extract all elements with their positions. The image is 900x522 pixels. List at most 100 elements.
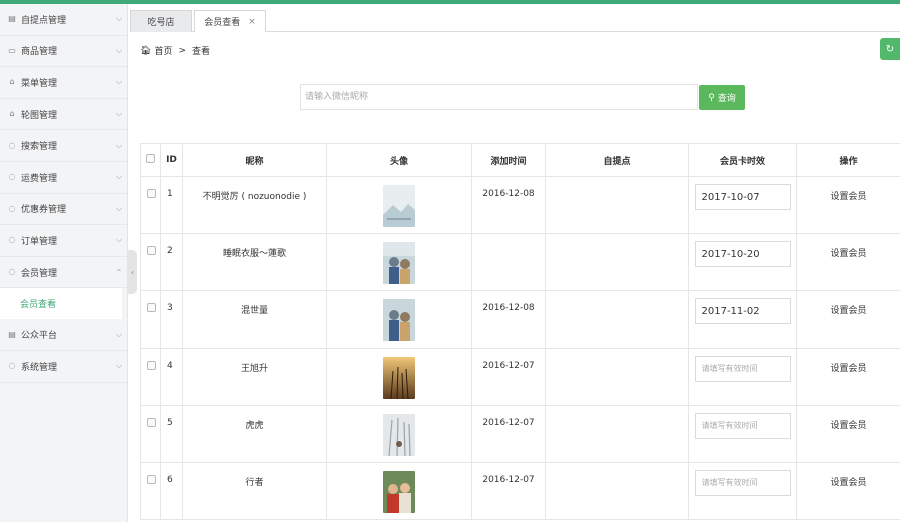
row-nickname: 混世量 <box>182 290 327 349</box>
row-nickname: 行者 <box>182 461 327 521</box>
breadcrumb-current: 查看 <box>192 47 211 57</box>
column-header-actions: 操作 <box>796 143 900 177</box>
row-added-date: 2016-12-08 <box>471 290 546 349</box>
row-pickup <box>545 347 689 406</box>
set-member-button[interactable]: 设置会员 <box>830 421 866 431</box>
circle-icon: ◌ <box>8 267 16 277</box>
column-header-pickup: 自提点 <box>545 143 689 177</box>
sidebar: ▤ 自提点管理 ⌵ ▭ 商品管理 ⌵ ⌂ 菜单管理 ⌵ ⌂ 轮图管理 ⌵ ◌ 搜索管理 ⌵ ◌ 运费管… <box>0 4 128 522</box>
row-expiry-cell <box>688 233 797 292</box>
table-row: 2 睡眠衣服～蓮歌 设置会员 <box>140 233 900 292</box>
avatar <box>383 299 415 342</box>
row-checkbox[interactable] <box>147 189 156 198</box>
row-checkbox[interactable] <box>147 246 156 256</box>
search-input[interactable] <box>300 84 698 110</box>
bag-icon: ⌂ <box>9 109 15 119</box>
sidebar-item-carousel[interactable]: ⌂ 轮图管理 ⌵ <box>0 99 127 131</box>
sidebar-item-label: 系统管理 <box>21 362 58 373</box>
tab-label: 吃号店 <box>147 18 175 28</box>
chevron-down-icon: ⌵ <box>115 140 123 150</box>
column-header-avatar: 头像 <box>326 143 472 177</box>
sidebar-item-menu[interactable]: ⌂ 菜单管理 ⌵ <box>0 67 127 99</box>
circle-icon: ◌ <box>8 172 16 182</box>
row-nickname: 睡眠衣服～蓮歌 <box>182 233 327 292</box>
chevron-down-icon: ⌵ <box>115 203 123 213</box>
set-member-button[interactable]: 设置会员 <box>830 478 866 488</box>
sidebar-item-search[interactable]: ◌ 搜索管理 ⌵ <box>0 130 127 162</box>
expiry-date-input[interactable] <box>694 241 791 268</box>
avatar <box>383 413 415 456</box>
expiry-date-input[interactable] <box>694 298 791 325</box>
sidebar-item-goods[interactable]: ▭ 商品管理 ⌵ <box>0 36 127 68</box>
refresh-button[interactable]: ↻ <box>880 38 900 60</box>
sidebar-subitem-member-view[interactable]: 会员查看 <box>0 288 122 320</box>
row-avatar-cell <box>326 404 472 463</box>
sidebar-item-label: 搜索管理 <box>21 142 58 153</box>
row-nickname: 王旭升 <box>182 347 327 406</box>
row-checkbox[interactable] <box>147 360 156 370</box>
sidebar-collapse-handle[interactable]: ‹ <box>128 250 137 294</box>
row-expiry-cell <box>688 290 797 349</box>
row-action-cell: 设置会员 <box>796 233 900 292</box>
search-button[interactable]: ⚲ 查询 <box>699 85 745 110</box>
row-pickup <box>545 461 689 521</box>
sidebar-item-pickup[interactable]: ▤ 自提点管理 ⌵ <box>0 4 127 36</box>
set-member-button[interactable]: 设置会员 <box>830 364 866 374</box>
search-icon: ⚲ <box>708 92 715 102</box>
row-checkbox[interactable] <box>147 303 156 313</box>
breadcrumb-home[interactable]: 首页 <box>154 44 172 57</box>
table-row: 6 行者 2016-12-07 设置会员 <box>140 461 900 521</box>
table-row: 5 虎虎 2016-12-07 设置会员 <box>140 404 900 463</box>
avatar <box>383 185 415 227</box>
row-pickup <box>545 175 689 235</box>
breadcrumb-separator: > <box>178 45 186 56</box>
row-pickup <box>545 404 689 463</box>
chevron-down-icon: ⌵ <box>115 235 123 245</box>
row-expiry-cell <box>688 461 797 521</box>
sidebar-item-official-platform[interactable]: ▤ 公众平台 ⌵ <box>0 319 127 351</box>
row-select-cell <box>140 233 161 292</box>
sidebar-item-label: 订单管理 <box>21 236 58 247</box>
row-avatar-cell <box>326 347 472 406</box>
breadcrumb: 🏠︎ 首页 > 查看 <box>140 44 211 58</box>
sidebar-item-coupons[interactable]: ◌ 优惠券管理 ⌵ <box>0 194 127 226</box>
row-avatar-cell <box>326 175 472 235</box>
tab-store[interactable]: 吃号店 <box>130 10 192 32</box>
column-header-expiry: 会员卡时效 <box>688 143 797 177</box>
sidebar-item-orders[interactable]: ◌ 订单管理 ⌵ <box>0 225 127 257</box>
row-select-cell <box>140 404 161 463</box>
row-expiry-cell <box>688 347 797 406</box>
close-icon[interactable]: × <box>248 17 256 27</box>
row-added-date: 2016-12-07 <box>471 404 546 463</box>
row-avatar-cell <box>326 233 472 292</box>
expiry-date-input[interactable] <box>694 469 791 496</box>
set-member-button[interactable]: 设置会员 <box>830 249 866 259</box>
sidebar-item-shipping[interactable]: ◌ 运费管理 ⌵ <box>0 162 127 194</box>
set-member-button[interactable]: 设置会员 <box>830 306 866 316</box>
sidebar-item-members[interactable]: ◌ 会员管理 ⌃ <box>0 257 127 289</box>
row-added-date: 2016-12-07 <box>471 347 546 406</box>
tab-member-view[interactable]: 会员查看 × <box>194 10 266 32</box>
row-avatar-cell <box>326 290 472 349</box>
select-all-checkbox[interactable] <box>146 154 155 163</box>
avatar <box>383 242 415 285</box>
row-checkbox[interactable] <box>147 474 156 484</box>
row-id: 6 <box>160 461 183 521</box>
sidebar-item-system[interactable]: ◌ 系统管理 ⌵ <box>0 351 127 383</box>
expiry-date-input[interactable] <box>694 184 791 210</box>
row-select-cell <box>140 347 161 406</box>
sidebar-item-label: 菜单管理 <box>21 78 58 89</box>
sidebar-item-label: 自提点管理 <box>21 15 67 26</box>
expiry-date-input[interactable] <box>694 412 791 439</box>
set-member-button[interactable]: 设置会员 <box>830 192 866 202</box>
row-checkbox[interactable] <box>147 417 156 427</box>
top-accent-bar <box>0 0 900 4</box>
tab-bar: 吃号店 会员查看 × <box>130 8 900 32</box>
row-pickup <box>545 233 689 292</box>
row-select-cell <box>140 461 161 521</box>
chevron-down-icon: ⌵ <box>115 172 123 182</box>
table-row: 3 混世量 2016-12-08 设置会员 <box>140 290 900 349</box>
expiry-date-input[interactable] <box>694 355 791 382</box>
tab-label: 会员查看 <box>204 18 241 28</box>
chevron-left-icon: ‹ <box>130 267 135 277</box>
